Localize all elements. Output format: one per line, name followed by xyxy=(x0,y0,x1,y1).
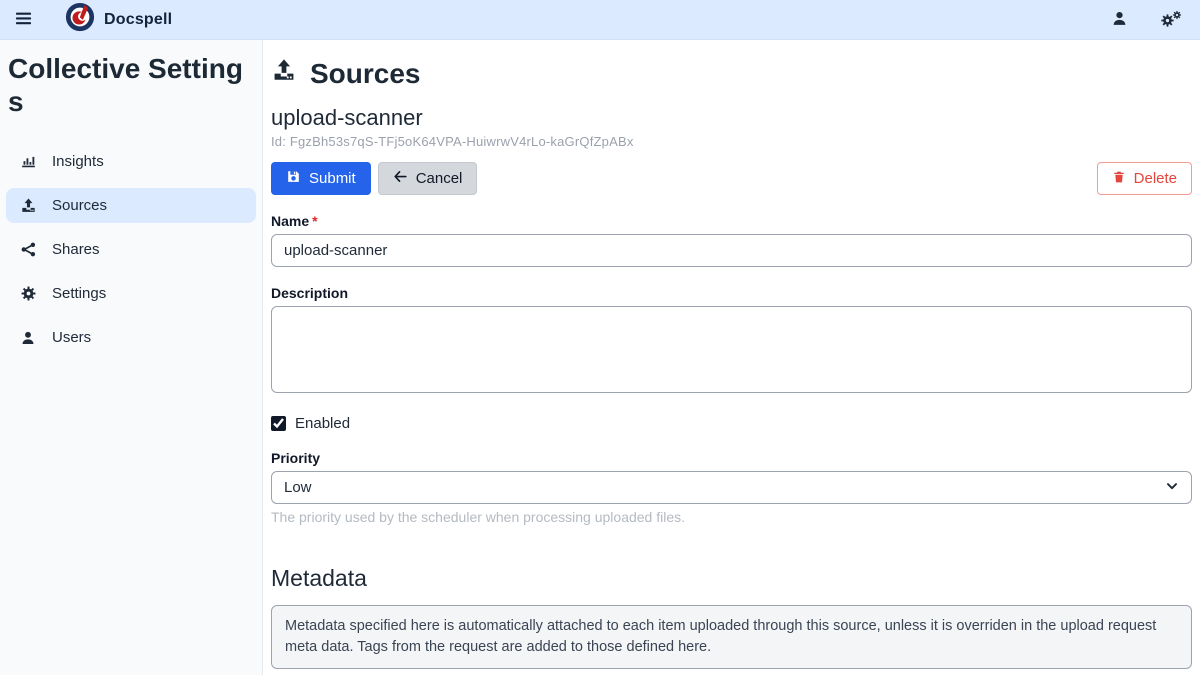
user-icon xyxy=(1111,10,1128,30)
sidebar-item-sources[interactable]: Sources xyxy=(6,188,256,223)
enabled-checkbox[interactable] xyxy=(271,416,286,431)
metadata-heading: Metadata xyxy=(271,565,1192,592)
bar-chart-icon xyxy=(19,153,37,170)
share-icon xyxy=(19,241,37,258)
arrow-left-icon xyxy=(393,169,408,188)
source-name: upload-scanner xyxy=(271,105,1192,131)
sidebar-item-label: Insights xyxy=(52,153,104,170)
processing-jobs-button[interactable] xyxy=(1156,6,1186,33)
main-content: Sources upload-scanner Id: FgzBh53s7qS-T… xyxy=(263,40,1200,675)
topbar: Docspell xyxy=(0,0,1200,40)
sidebar-item-shares[interactable]: Shares xyxy=(6,232,256,267)
priority-select[interactable]: Low xyxy=(271,471,1192,504)
metadata-info-box: Metadata specified here is automatically… xyxy=(271,605,1192,669)
docspell-logo-icon xyxy=(65,2,95,37)
delete-button[interactable]: Delete xyxy=(1097,162,1192,195)
name-input[interactable] xyxy=(271,234,1192,267)
description-label: Description xyxy=(271,285,1192,301)
cancel-button[interactable]: Cancel xyxy=(378,162,478,195)
submit-label: Submit xyxy=(309,170,356,187)
submit-button[interactable]: Submit xyxy=(271,162,371,195)
enabled-row: Enabled xyxy=(271,415,1192,432)
priority-label: Priority xyxy=(271,450,1192,466)
upload-icon xyxy=(271,57,297,90)
sidebar-item-label: Settings xyxy=(52,285,106,302)
sidebar-item-label: Sources xyxy=(52,197,107,214)
actions-row: Submit Cancel Delete xyxy=(271,162,1192,195)
sidebar-item-settings[interactable]: Settings xyxy=(6,276,256,311)
page-title: Sources xyxy=(271,57,1192,90)
description-textarea[interactable] xyxy=(271,306,1192,393)
priority-help-text: The priority used by the scheduler when … xyxy=(271,509,1192,525)
upload-icon xyxy=(19,197,37,214)
save-icon xyxy=(286,169,301,188)
cogs-icon xyxy=(1160,10,1182,29)
sidebar-title: Collective Settings xyxy=(6,48,256,118)
sidebar-item-users[interactable]: Users xyxy=(6,320,256,355)
app-brand[interactable]: Docspell xyxy=(65,2,172,37)
app-name: Docspell xyxy=(104,11,172,29)
priority-value: Low xyxy=(284,479,312,496)
menu-button[interactable] xyxy=(10,5,37,35)
chevron-down-icon xyxy=(1165,479,1179,497)
required-marker: * xyxy=(312,213,317,229)
cancel-label: Cancel xyxy=(416,170,463,187)
account-button[interactable] xyxy=(1107,6,1132,34)
user-icon xyxy=(19,330,37,346)
hamburger-icon xyxy=(14,9,33,31)
enabled-label[interactable]: Enabled xyxy=(295,415,350,432)
page-title-text: Sources xyxy=(310,58,421,90)
delete-label: Delete xyxy=(1134,170,1177,187)
sidebar-item-label: Users xyxy=(52,329,91,346)
gear-icon xyxy=(19,285,37,302)
sidebar-item-label: Shares xyxy=(52,241,100,258)
source-id: Id: FgzBh53s7qS-TFj5oK64VPA-HuiwrwV4rLo-… xyxy=(271,134,1192,149)
trash-icon xyxy=(1112,170,1126,188)
name-label: Name* xyxy=(271,213,1192,229)
sidebar: Collective Settings Insights xyxy=(0,40,263,675)
sidebar-item-insights[interactable]: Insights xyxy=(6,144,256,179)
